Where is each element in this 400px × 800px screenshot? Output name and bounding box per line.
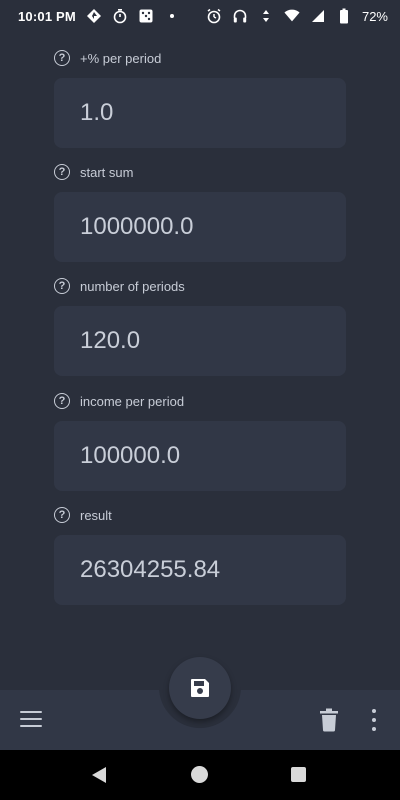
hamburger-menu-icon[interactable] [20, 709, 42, 729]
help-icon[interactable]: ? [54, 164, 70, 180]
result-output: 26304255.84 [54, 535, 346, 605]
help-icon[interactable]: ? [54, 507, 70, 523]
system-nav-bar [0, 750, 400, 800]
dice-icon [138, 8, 154, 24]
help-icon[interactable]: ? [54, 278, 70, 294]
field-label-row: ? +% per period [54, 48, 161, 68]
more-vert-icon[interactable] [368, 709, 380, 731]
recents-icon[interactable] [291, 767, 306, 782]
signal-icon [310, 8, 326, 24]
battery-icon [336, 8, 352, 24]
help-icon[interactable]: ? [54, 50, 70, 66]
help-icon[interactable]: ? [54, 393, 70, 409]
field-label: result [80, 507, 112, 523]
battery-percentage: 72% [361, 8, 388, 24]
income-per-period-input[interactable]: 100000.0 [54, 421, 346, 491]
field-label: start sum [80, 164, 134, 180]
alarm-icon [206, 8, 222, 24]
navigation-arrow-icon [86, 8, 102, 24]
field-label-row: ? income per period [54, 391, 184, 411]
dot-icon [164, 8, 180, 24]
field-label-row: ? number of periods [54, 276, 185, 296]
field-label: number of periods [80, 278, 185, 294]
data-arrows-icon [258, 8, 274, 24]
back-icon[interactable] [90, 766, 108, 784]
field-label: +% per period [80, 50, 162, 66]
headphones-icon [232, 8, 248, 24]
status-right: 72% [206, 8, 388, 24]
percent-per-period-input[interactable]: 1.0 [54, 78, 346, 148]
status-bar: 10:01 PM 72% [0, 0, 400, 32]
trash-icon[interactable] [319, 708, 339, 732]
wifi-icon [284, 8, 300, 24]
field-label-row: ? start sum [54, 162, 133, 182]
status-left: 10:01 PM [18, 8, 180, 24]
number-of-periods-input[interactable]: 120.0 [54, 306, 346, 376]
save-button[interactable] [169, 657, 231, 719]
field-label: income per period [80, 393, 185, 409]
stopwatch-icon [112, 8, 128, 24]
app-screen: 10:01 PM 72% ? +% per period 1.0 ? start… [0, 0, 400, 800]
status-time: 10:01 PM [18, 8, 76, 24]
save-icon [189, 677, 211, 699]
field-label-row: ? result [54, 505, 112, 525]
home-icon[interactable] [191, 766, 208, 783]
start-sum-input[interactable]: 1000000.0 [54, 192, 346, 262]
